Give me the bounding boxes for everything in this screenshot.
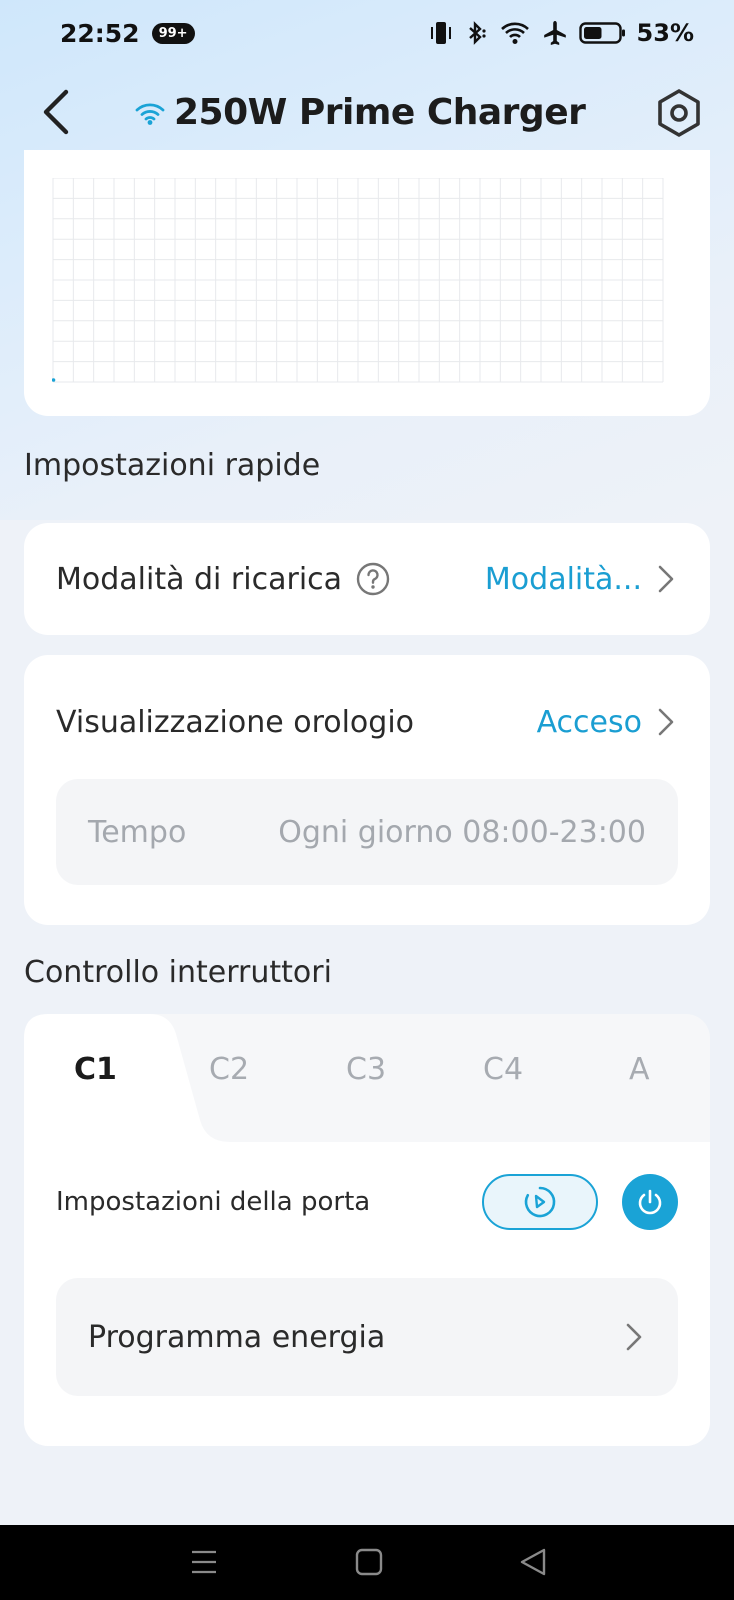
wifi-icon [499,20,531,46]
status-icons: 53% [429,19,694,47]
clock-time-box: Tempo Ogni giorno 08:00-23:00 [56,779,678,885]
airplane-icon [541,19,569,47]
port-panel: Impostazioni della porta Programma energ… [24,1142,710,1446]
back-icon [43,89,69,135]
clock-display-card: Visualizzazione orologio Acceso Tempo Og… [24,655,710,925]
battery-icon [578,20,627,46]
quick-settings-title: Impostazioni rapide [24,448,321,483]
switch-control-title: Controllo interruttori [24,955,332,990]
charge-mode-value: Modalità... [484,561,642,597]
settings-button[interactable] [652,86,706,140]
settings-icon [658,89,700,137]
timer-button[interactable] [482,1174,598,1230]
port-settings-row: Impostazioni della porta [56,1172,678,1232]
timer-icon [524,1186,556,1218]
port-settings-label: Impostazioni della porta [56,1187,371,1217]
chevron-right-icon [654,562,678,596]
charge-mode-label: Modalità di ricarica [56,561,343,597]
energy-program-row[interactable]: Programma energia [56,1278,678,1396]
notification-badge: 99+ [151,22,195,44]
clock-display-value: Acceso [536,704,642,740]
power-chart-grid [52,178,664,383]
power-button[interactable] [622,1174,678,1230]
tab-c1[interactable]: C1 [74,1052,117,1087]
time-label: Tempo [88,814,187,850]
page-title: 250W Prime Charger [174,91,586,133]
tab-a[interactable]: A [629,1052,650,1087]
chevron-right-icon [654,705,678,739]
switch-control-card: C1 C2 C3 C4 A Impostazioni della porta P… [24,1014,710,1446]
chart-origin-point [52,378,56,382]
vibrate-icon [429,20,453,46]
menu-icon[interactable] [190,1549,218,1579]
tab-c3[interactable]: C3 [346,1052,386,1087]
wifi-icon [135,103,165,125]
back-button[interactable] [30,86,82,138]
port-tabs: C1 C2 C3 C4 A [24,1014,710,1142]
header-title-group: 250W Prime Charger [134,86,586,138]
status-bar: 22:52 99+ 53% [0,0,734,66]
app-header: 250W Prime Charger [0,72,734,152]
clock-display-row[interactable]: Visualizzazione orologio Acceso [56,697,678,747]
status-time: 22:52 [60,18,140,48]
system-nav-bar [0,1525,734,1600]
help-icon[interactable] [356,562,390,596]
clock-display-label: Visualizzazione orologio [56,704,415,740]
power-chart-card [24,150,710,416]
tab-c2[interactable]: C2 [209,1052,249,1087]
energy-program-label: Programma energia [88,1319,386,1355]
nav-back-icon[interactable] [518,1547,548,1581]
bluetooth-icon [463,20,489,46]
home-icon[interactable] [354,1547,384,1581]
tab-c4[interactable]: C4 [483,1052,523,1087]
battery-percent: 53% [636,19,694,47]
time-value: Ogni giorno 08:00-23:00 [278,814,646,850]
charge-mode-row[interactable]: Modalità di ricarica Modalità... [24,523,710,635]
power-icon [638,1189,662,1215]
chevron-right-icon [622,1320,646,1354]
